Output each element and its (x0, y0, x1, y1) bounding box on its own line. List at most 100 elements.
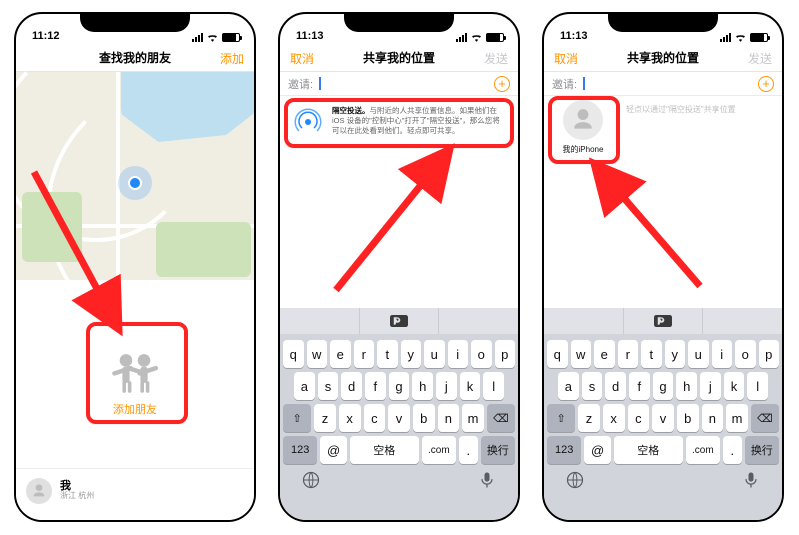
key-d[interactable]: d (341, 372, 362, 400)
key-backspace[interactable]: ⌫ (751, 404, 779, 432)
add-contact-button[interactable]: + (494, 76, 510, 92)
key-o[interactable]: o (471, 340, 492, 368)
key-z[interactable]: z (578, 404, 600, 432)
key-k[interactable]: k (724, 372, 745, 400)
key-w[interactable]: w (571, 340, 592, 368)
key-m[interactable]: m (726, 404, 748, 432)
suggestion[interactable] (544, 308, 624, 334)
key-at[interactable]: @ (320, 436, 346, 464)
key-c[interactable]: c (628, 404, 650, 432)
key-y[interactable]: y (401, 340, 422, 368)
key-i[interactable]: i (712, 340, 733, 368)
key-b[interactable]: b (677, 404, 699, 432)
suggestion-bar[interactable] (544, 308, 782, 334)
key-b[interactable]: b (413, 404, 435, 432)
key-s[interactable]: s (318, 372, 339, 400)
key-row: a s d f g h j k l (283, 372, 515, 400)
key-shift[interactable]: ⇧ (547, 404, 575, 432)
mic-icon[interactable] (741, 470, 761, 490)
notch (608, 14, 718, 32)
suggestion[interactable] (703, 308, 782, 334)
key-q[interactable]: q (547, 340, 568, 368)
key-l[interactable]: l (747, 372, 768, 400)
airdrop-icon (292, 106, 324, 138)
key-y[interactable]: y (665, 340, 686, 368)
key-n[interactable]: n (438, 404, 460, 432)
key-j[interactable]: j (436, 372, 457, 400)
key-c[interactable]: c (364, 404, 386, 432)
key-v[interactable]: v (388, 404, 410, 432)
nav-cancel-button[interactable]: 取消 (280, 44, 324, 72)
suggestion[interactable] (439, 308, 518, 334)
key-x[interactable]: x (339, 404, 361, 432)
key-dot[interactable]: . (459, 436, 478, 464)
key-f[interactable]: f (365, 372, 386, 400)
key-j[interactable]: j (700, 372, 721, 400)
nav-send-button[interactable]: 发送 (474, 44, 518, 72)
key-backspace[interactable]: ⌫ (487, 404, 515, 432)
invite-label: 邀请: (288, 76, 313, 92)
key-x[interactable]: x (603, 404, 625, 432)
suggestion-bar[interactable] (280, 308, 518, 334)
airdrop-contact[interactable]: 我的iPhone (554, 100, 612, 155)
key-k[interactable]: k (460, 372, 481, 400)
key-a[interactable]: a (294, 372, 315, 400)
key-v[interactable]: v (652, 404, 674, 432)
suggestion[interactable] (624, 308, 704, 334)
invite-field-row[interactable]: 邀请: + (280, 72, 518, 96)
nav-add-button[interactable]: 添加 (210, 44, 254, 72)
key-e[interactable]: e (330, 340, 351, 368)
key-u[interactable]: u (424, 340, 445, 368)
key-o[interactable]: o (735, 340, 756, 368)
key-dotcom[interactable]: .com (686, 436, 720, 464)
nav-cancel-button[interactable]: 取消 (544, 44, 588, 72)
key-d[interactable]: d (605, 372, 626, 400)
suggestion[interactable] (280, 308, 360, 334)
key-r[interactable]: r (354, 340, 375, 368)
add-contact-button[interactable]: + (758, 76, 774, 92)
key-t[interactable]: t (641, 340, 662, 368)
key-at[interactable]: @ (584, 436, 610, 464)
map-view[interactable] (16, 72, 254, 280)
keyboard[interactable]: q w e r t y u i o p a s d f g h j k l (544, 308, 782, 520)
key-a[interactable]: a (558, 372, 579, 400)
globe-icon[interactable] (565, 470, 585, 490)
key-i[interactable]: i (448, 340, 469, 368)
key-dotcom[interactable]: .com (422, 436, 456, 464)
nav-send-button[interactable]: 发送 (738, 44, 782, 72)
key-g[interactable]: g (389, 372, 410, 400)
key-shift[interactable]: ⇧ (283, 404, 311, 432)
key-123[interactable]: 123 (283, 436, 317, 464)
keyboard[interactable]: q w e r t y u i o p a s d f g h j k l (280, 308, 518, 520)
key-m[interactable]: m (462, 404, 484, 432)
key-123[interactable]: 123 (547, 436, 581, 464)
key-p[interactable]: p (495, 340, 516, 368)
key-l[interactable]: l (483, 372, 504, 400)
key-w[interactable]: w (307, 340, 328, 368)
invite-field-row[interactable]: 邀请: + (544, 72, 782, 96)
key-return[interactable]: 换行 (745, 436, 779, 464)
key-return[interactable]: 换行 (481, 436, 515, 464)
key-space[interactable]: 空格 (614, 436, 683, 464)
key-p[interactable]: p (759, 340, 780, 368)
key-h[interactable]: h (676, 372, 697, 400)
key-q[interactable]: q (283, 340, 304, 368)
key-e[interactable]: e (594, 340, 615, 368)
key-t[interactable]: t (377, 340, 398, 368)
key-h[interactable]: h (412, 372, 433, 400)
add-friend-button[interactable]: 添加朋友 (89, 338, 181, 430)
key-u[interactable]: u (688, 340, 709, 368)
key-f[interactable]: f (629, 372, 650, 400)
wifi-icon (734, 32, 747, 42)
key-s[interactable]: s (582, 372, 603, 400)
mic-icon[interactable] (477, 470, 497, 490)
key-r[interactable]: r (618, 340, 639, 368)
key-g[interactable]: g (653, 372, 674, 400)
key-n[interactable]: n (702, 404, 724, 432)
key-dot[interactable]: . (723, 436, 742, 464)
key-z[interactable]: z (314, 404, 336, 432)
globe-icon[interactable] (301, 470, 321, 490)
suggestion[interactable] (360, 308, 440, 334)
me-row[interactable]: 我 浙江 杭州 (16, 468, 254, 512)
key-space[interactable]: 空格 (350, 436, 419, 464)
